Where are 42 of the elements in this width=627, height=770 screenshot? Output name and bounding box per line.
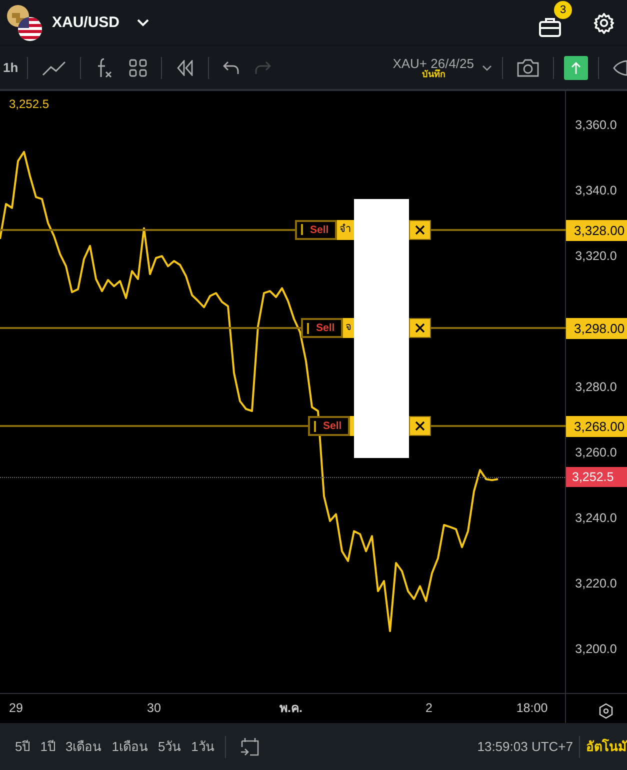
upload-button[interactable] bbox=[564, 56, 588, 80]
time-axis-label: 18:00 bbox=[516, 701, 548, 715]
range-button[interactable]: 5ปี bbox=[10, 732, 36, 761]
last-price-text: 3,252.5 bbox=[9, 97, 50, 111]
auto-scale-button[interactable]: อัตโนมั bbox=[586, 736, 627, 757]
layout-selector[interactable]: XAU+ 26/4/25 บันทึก bbox=[392, 56, 474, 78]
time-axis-label: 2 bbox=[426, 701, 432, 715]
currency-pair-icon bbox=[4, 2, 44, 42]
chevron-down-icon bbox=[136, 18, 150, 28]
order-side-tag[interactable]: Sell bbox=[301, 318, 343, 338]
price-axis-label: 3,360.0 bbox=[575, 118, 617, 132]
price-axis-label: 3,240.0 bbox=[575, 511, 617, 526]
interval-button[interactable]: 1h bbox=[0, 56, 22, 79]
order-side-tag[interactable]: Sell bbox=[308, 416, 350, 436]
clock-text: 13:59:03 UTC+7 bbox=[477, 739, 573, 754]
time-axis-label: พ.ค. bbox=[280, 701, 302, 715]
order-price-label: 3,298.00 bbox=[566, 318, 627, 340]
range-button[interactable]: 1ปี bbox=[35, 732, 60, 761]
range-button[interactable]: 5วัน bbox=[152, 732, 186, 761]
price-axis-label: 3,320.0 bbox=[575, 249, 617, 264]
range-button[interactable]: 1วัน bbox=[186, 732, 220, 761]
range-button[interactable]: 3เดือน bbox=[60, 732, 107, 761]
time-axis-label: 30 bbox=[147, 701, 161, 715]
order-price-label: 3,268.00 bbox=[566, 416, 627, 438]
order-side-tag[interactable]: Sell bbox=[295, 220, 337, 240]
order-price-label: 3,328.00 bbox=[566, 220, 627, 241]
price-axis-label: 3,260.0 bbox=[575, 446, 617, 460]
notification-badge: 3 bbox=[554, 1, 572, 19]
price-axis-label: 3,340.0 bbox=[575, 184, 617, 198]
price-axis-label: 3,220.0 bbox=[575, 576, 617, 591]
close-icon[interactable] bbox=[409, 416, 431, 436]
time-axis-label: 29 bbox=[9, 701, 23, 715]
arrow-up-icon bbox=[571, 62, 581, 74]
price-axis-label: 3,280.0 bbox=[575, 380, 617, 394]
price-axis-label: 3,200.0 bbox=[575, 642, 617, 656]
close-icon[interactable] bbox=[409, 220, 431, 240]
briefcase-icon[interactable] bbox=[539, 16, 561, 36]
range-button[interactable]: 1เดือน bbox=[106, 732, 153, 761]
last-price-label: 3,252.5 bbox=[566, 467, 627, 488]
close-icon[interactable] bbox=[409, 318, 431, 338]
chevron-down-icon bbox=[482, 64, 492, 70]
symbol-selector[interactable]: XAU/USD bbox=[48, 10, 154, 35]
